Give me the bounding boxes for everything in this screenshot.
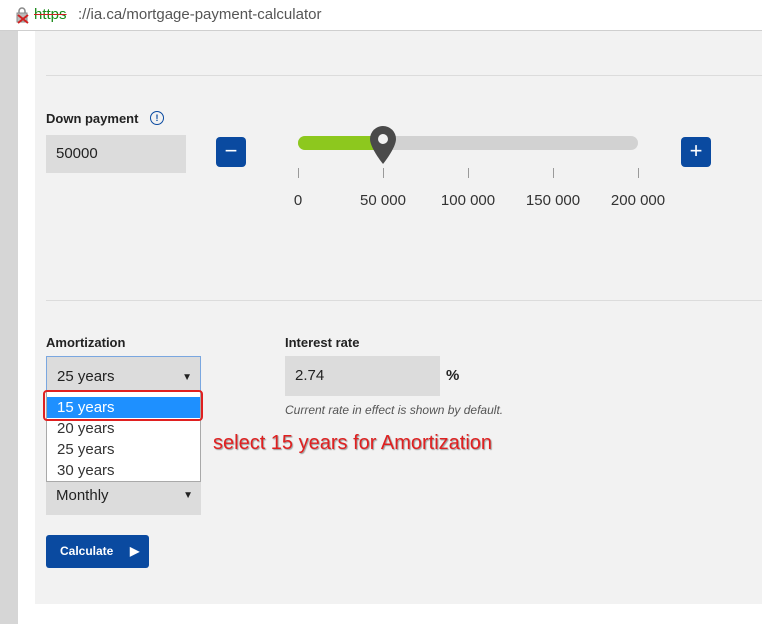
calculate-button[interactable]: Calculate ▶	[46, 535, 149, 568]
address-bar[interactable]: https ://ia.ca/mortgage-payment-calculat…	[0, 0, 762, 31]
calculate-label: Calculate	[60, 544, 114, 558]
page-margin	[18, 31, 35, 624]
slider-tick	[383, 168, 384, 178]
down-payment-input[interactable]: 50000	[46, 135, 186, 173]
slider-tick	[298, 168, 299, 178]
increase-button[interactable]: +	[681, 137, 711, 167]
option-20-years[interactable]: 20 years	[47, 418, 200, 439]
down-payment-slider[interactable]	[298, 136, 638, 150]
plus-icon: +	[689, 138, 703, 163]
chevron-right-icon: ▶	[130, 544, 140, 558]
insecure-lock-icon	[16, 7, 29, 24]
down-payment-label: Down payment	[46, 111, 139, 126]
slider-tick-label: 50 000	[360, 192, 406, 209]
slider-tick-label: 200 000	[610, 192, 666, 209]
interest-rate-input[interactable]: 2.74	[285, 356, 440, 396]
calculator-panel	[35, 31, 762, 604]
divider	[46, 300, 762, 301]
info-icon[interactable]: !	[150, 111, 164, 125]
url-scheme: https	[34, 6, 67, 23]
interest-rate-label: Interest rate	[285, 335, 360, 350]
decrease-button[interactable]: −	[216, 137, 246, 167]
url-path: ://ia.ca/mortgage-payment-calculator	[78, 6, 322, 23]
left-gutter	[0, 31, 18, 624]
interest-rate-note: Current rate in effect is shown by defau…	[285, 403, 504, 417]
chevron-down-icon: ▼	[183, 490, 193, 501]
minus-icon: −	[224, 138, 238, 163]
slider-tick	[553, 168, 554, 178]
tutorial-annotation: select 15 years for Amortization	[213, 432, 493, 454]
frequency-select[interactable]: Monthly ▼	[46, 482, 201, 515]
option-30-years[interactable]: 30 years	[47, 460, 200, 481]
amortization-selected: 25 years	[57, 368, 115, 385]
divider	[46, 75, 762, 76]
percent-unit: %	[446, 367, 460, 384]
highlight-box	[43, 390, 203, 421]
option-25-years[interactable]: 25 years	[47, 439, 200, 460]
slider-handle[interactable]	[368, 124, 398, 166]
slider-tick-label: 100 000	[440, 192, 496, 209]
amortization-label: Amortization	[46, 335, 126, 350]
slider-tick	[638, 168, 639, 178]
slider-tick	[468, 168, 469, 178]
slider-tick-label: 0	[293, 192, 303, 209]
slider-tick-label: 150 000	[525, 192, 581, 209]
frequency-selected: Monthly	[56, 487, 109, 504]
